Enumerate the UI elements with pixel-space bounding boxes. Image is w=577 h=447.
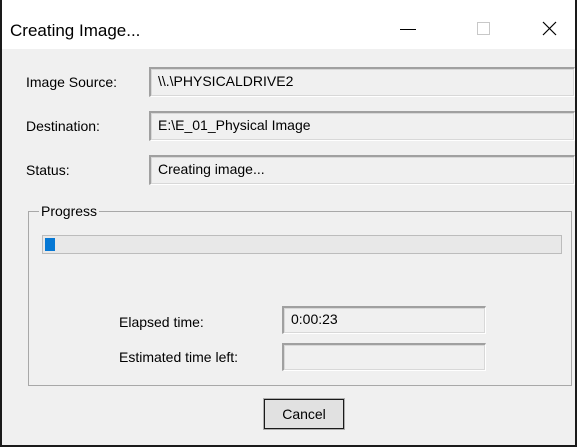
minimize-icon [400,29,416,30]
maximize-button [460,0,506,49]
estimated-time-label: Estimated time left: [119,349,239,365]
creating-image-dialog: Creating Image... Image Source: \\.\PHYS… [0,0,577,447]
destination-field: E:\E_01_Physical Image [149,111,575,141]
maximize-icon [477,22,490,35]
progress-bar [42,235,562,254]
close-icon [542,21,557,36]
window-title: Creating Image... [10,21,141,40]
image-source-label: Image Source: [26,74,118,90]
estimated-time-field [282,343,486,371]
elapsed-time-label: Elapsed time: [119,314,204,330]
status-field: Creating image... [149,155,575,185]
image-source-field: \\.\PHYSICALDRIVE2 [149,67,575,97]
destination-label: Destination: [26,118,100,134]
status-label: Status: [26,162,70,178]
minimize-button[interactable] [382,0,428,49]
elapsed-time-field: 0:00:23 [282,306,486,334]
progress-legend: Progress [39,203,100,219]
title-bar: Creating Image... [2,0,575,49]
cancel-button[interactable]: Cancel [263,398,345,430]
progress-fill [45,238,55,251]
close-button[interactable] [527,0,573,49]
